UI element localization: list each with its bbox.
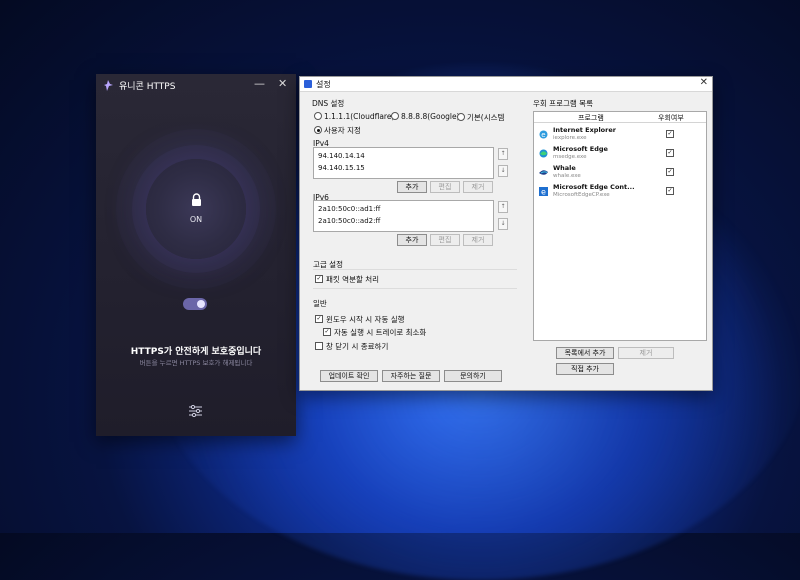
bypass-remove-button[interactable]: 제거: [618, 347, 674, 359]
close-button[interactable]: ✕: [278, 77, 287, 90]
column-bypass: 우회여부: [658, 114, 684, 122]
program-name: Microsoft Edge Cont...: [553, 183, 635, 191]
ipv6-edit-button[interactable]: 편집: [430, 234, 460, 246]
app-titlebar: 유니콘 HTTPS: [104, 79, 175, 92]
bypass-checkbox[interactable]: ✓: [666, 130, 674, 138]
svg-text:e: e: [541, 131, 545, 139]
checkbox[interactable]: ✓: [315, 275, 323, 283]
ipv6-entry[interactable]: 2a10:50c0::ad1:ff: [318, 205, 380, 213]
ipv6-entry[interactable]: 2a10:50c0::ad2:ff: [318, 217, 380, 225]
dialog-title: 설정: [316, 80, 331, 89]
ipv4-add-button[interactable]: 추가: [397, 181, 427, 193]
ipv6-move-up-button[interactable]: ↑: [498, 201, 508, 213]
dialog-close-button[interactable]: ✕: [700, 77, 708, 88]
bypass-program-list[interactable]: 프로그램 우회여부 e Internet Explorer iexplore.e…: [533, 111, 707, 341]
dialog-titlebar: 설정 ✕: [300, 77, 712, 92]
lock-state-label: ON: [189, 215, 203, 224]
app-title: 유니콘 HTTPS: [119, 82, 176, 92]
program-exe: msedge.exe: [553, 154, 587, 160]
ipv4-remove-button[interactable]: 제거: [463, 181, 493, 193]
ipv4-entry[interactable]: 94.140.14.14: [318, 152, 365, 160]
column-program: 프로그램: [578, 114, 604, 122]
program-name: Microsoft Edge: [553, 145, 608, 153]
program-exe: iexplore.exe: [553, 135, 587, 141]
checkbox[interactable]: ✓: [315, 315, 323, 323]
edge-icon: [539, 149, 548, 158]
ipv4-edit-button[interactable]: 편집: [430, 181, 460, 193]
list-item[interactable]: e Internet Explorer iexplore.exe ✓: [534, 126, 706, 145]
protection-toggle-circle[interactable]: ON: [146, 159, 246, 259]
bypass-checkbox[interactable]: ✓: [666, 187, 674, 195]
dns-option-system[interactable]: 기본(시스템: [457, 112, 504, 123]
whale-icon: [539, 170, 548, 175]
ipv4-list[interactable]: 94.140.14.14 94.140.15.15: [313, 147, 494, 179]
unicorn-logo-icon: [104, 80, 113, 91]
dns-option-cloudflare-label: 1.1.1.1(Cloudflare): [324, 112, 395, 121]
ipv4-entry[interactable]: 94.140.15.15: [318, 164, 365, 172]
https-toggle-switch[interactable]: [183, 298, 207, 310]
dns-option-google[interactable]: 8.8.8.8(Google): [391, 112, 460, 121]
radio-button-selected[interactable]: [314, 126, 322, 134]
tray-minimize-option[interactable]: ✓ 자동 실행 시 트레이로 최소화: [323, 327, 426, 338]
ipv6-remove-button[interactable]: 제거: [463, 234, 493, 246]
program-exe: whale.exe: [553, 173, 581, 179]
radio-button[interactable]: [391, 112, 399, 120]
exit-on-close-option[interactable]: 창 닫기 시 종료하기: [315, 341, 388, 352]
toggle-knob: [197, 300, 205, 308]
faq-button[interactable]: 자주하는 질문: [382, 370, 440, 382]
bypass-checkbox[interactable]: ✓: [666, 149, 674, 157]
ipv6-move-down-button[interactable]: ↓: [498, 218, 508, 230]
list-header: 프로그램 우회여부: [534, 112, 706, 123]
checkbox[interactable]: ✓: [323, 328, 331, 336]
general-heading: 일반: [313, 299, 327, 308]
dns-option-system-label: 기본(시스템: [467, 113, 505, 122]
add-from-list-button[interactable]: 목록에서 추가: [556, 347, 614, 359]
edge-legacy-icon: e: [539, 187, 548, 196]
ipv6-add-button[interactable]: 추가: [397, 234, 427, 246]
bypass-heading: 우회 프로그램 목록: [533, 99, 593, 108]
packet-split-label: 패킷 역분할 처리: [326, 275, 380, 284]
program-name: Internet Explorer: [553, 126, 616, 134]
https-app-window: 유니콘 HTTPS — ✕ ON HTTPS가 안전하게 보호중입니다 버튼을 …: [96, 74, 296, 436]
autostart-label: 윈도우 시작 시 자동 실행: [326, 315, 405, 324]
add-direct-button[interactable]: 직접 추가: [556, 363, 614, 375]
ipv4-move-down-button[interactable]: ↓: [498, 165, 508, 177]
radio-button[interactable]: [314, 112, 322, 120]
program-name: Whale: [553, 164, 576, 172]
ipv4-move-up-button[interactable]: ↑: [498, 148, 508, 160]
radio-button[interactable]: [457, 113, 465, 121]
divider: [313, 269, 517, 270]
svg-text:e: e: [541, 188, 546, 197]
tray-minimize-label: 자동 실행 시 트레이로 최소화: [334, 328, 427, 337]
list-item[interactable]: Whale whale.exe ✓: [534, 164, 706, 183]
update-check-button[interactable]: 업데이트 확인: [320, 370, 378, 382]
divider: [313, 288, 517, 289]
dns-option-custom-label: 사용자 지정: [324, 126, 361, 135]
internet-explorer-icon: e: [539, 130, 548, 139]
dns-option-cloudflare[interactable]: 1.1.1.1(Cloudflare): [314, 112, 394, 121]
contact-button[interactable]: 문의하기: [444, 370, 502, 382]
exit-on-close-label: 창 닫기 시 종료하기: [326, 342, 389, 351]
list-item[interactable]: Microsoft Edge msedge.exe ✓: [534, 145, 706, 164]
autostart-option[interactable]: ✓ 윈도우 시작 시 자동 실행: [315, 314, 405, 325]
settings-sliders-icon[interactable]: [189, 405, 202, 417]
settings-window-icon: [304, 80, 312, 88]
program-exe: MicrosoftEdgeCP.exe: [553, 192, 610, 198]
lock-icon: [192, 193, 201, 206]
dns-option-google-label: 8.8.8.8(Google): [401, 112, 460, 121]
checkbox[interactable]: [315, 342, 323, 350]
status-message: HTTPS가 안전하게 보호중입니다: [130, 347, 262, 357]
settings-dialog: 설정 ✕ DNS 설정 1.1.1.1(Cloudflare) 8.8.8.8(…: [299, 76, 713, 391]
bypass-checkbox[interactable]: ✓: [666, 168, 674, 176]
list-item[interactable]: e Microsoft Edge Cont... MicrosoftEdgeCP…: [534, 183, 706, 202]
dns-option-custom[interactable]: 사용자 지정: [314, 125, 361, 136]
minimize-button[interactable]: —: [254, 77, 265, 90]
packet-split-option[interactable]: ✓ 패킷 역분할 처리: [315, 274, 379, 285]
dns-heading: DNS 설정: [312, 99, 345, 108]
ipv6-list[interactable]: 2a10:50c0::ad1:ff 2a10:50c0::ad2:ff: [313, 200, 494, 232]
status-hint: 버튼을 누르면 HTTPS 보호가 해제됩니다: [139, 359, 253, 367]
